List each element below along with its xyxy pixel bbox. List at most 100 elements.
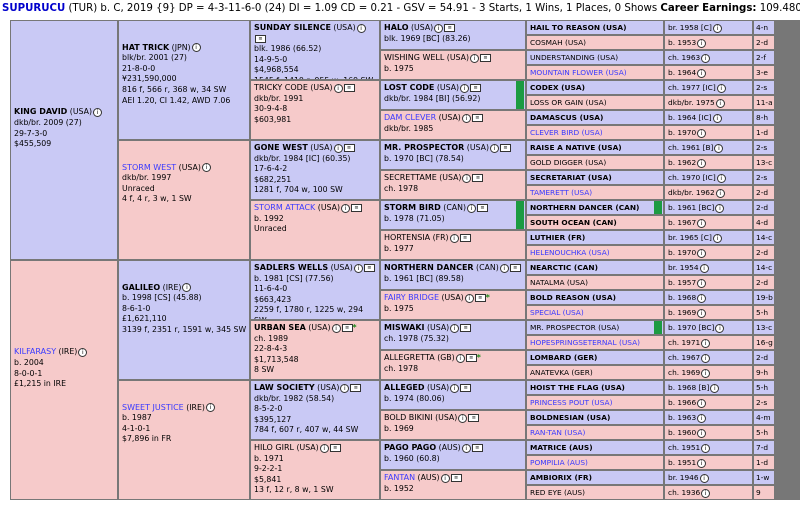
horse-name-link[interactable]: BOLDNESIAN (USA) bbox=[530, 413, 610, 422]
horse-name-link[interactable]: SUPURUCU bbox=[2, 3, 65, 14]
info-icon[interactable]: i bbox=[434, 23, 444, 33]
chart-icon[interactable]: ≡ bbox=[351, 204, 362, 212]
horse-name-link[interactable]: BOLD BIKINI bbox=[384, 413, 433, 422]
info-icon[interactable]: i bbox=[462, 173, 472, 183]
info-icon[interactable]: i bbox=[712, 23, 722, 33]
chart-icon[interactable]: ≡ bbox=[329, 444, 341, 452]
chart-icon[interactable]: ≡ bbox=[474, 294, 486, 302]
horse-name-link[interactable]: CLEVER BIRD (USA) bbox=[530, 128, 603, 137]
horse-name-link[interactable]: SECRETARIAT (USA) bbox=[530, 173, 612, 182]
info-icon[interactable]: i bbox=[331, 323, 341, 333]
info-icon[interactable]: i bbox=[191, 43, 201, 53]
info-icon[interactable]: i bbox=[716, 173, 726, 183]
horse-name-link[interactable]: GOLD DIGGER (USA) bbox=[530, 158, 606, 167]
info-icon[interactable]: i bbox=[712, 233, 722, 243]
chart-icon[interactable]: ≡ bbox=[471, 114, 483, 122]
horse-name-link[interactable]: MISWAKI bbox=[384, 323, 425, 332]
chart-icon[interactable]: ≡ bbox=[341, 324, 353, 332]
horse-name-link[interactable]: COSMAH (USA) bbox=[530, 38, 586, 47]
info-icon[interactable]: i bbox=[470, 53, 480, 63]
info-icon[interactable]: i bbox=[353, 263, 363, 273]
info-icon[interactable]: i bbox=[715, 203, 725, 213]
info-icon[interactable]: i bbox=[697, 128, 707, 138]
info-icon[interactable]: i bbox=[440, 473, 450, 483]
info-icon[interactable]: i bbox=[712, 113, 722, 123]
info-icon[interactable]: i bbox=[697, 293, 707, 303]
horse-name-link[interactable]: RED EYE (AUS) bbox=[530, 488, 585, 497]
horse-name-link[interactable]: ANATEVKA (GER) bbox=[530, 368, 593, 377]
chart-icon[interactable]: ≡ bbox=[465, 354, 477, 362]
horse-name-link[interactable]: HOIST THE FLAG (USA) bbox=[530, 383, 625, 392]
info-icon[interactable]: i bbox=[461, 443, 471, 453]
info-icon[interactable]: i bbox=[714, 143, 724, 153]
info-icon[interactable]: i bbox=[697, 158, 707, 168]
horse-name-link[interactable]: GONE WEST bbox=[254, 143, 308, 152]
horse-name-link[interactable]: NORTHERN DANCER bbox=[384, 263, 474, 272]
horse-name-link[interactable]: UNDERSTANDING (USA) bbox=[530, 53, 618, 62]
horse-name-link[interactable]: POMPILIA (AUS) bbox=[530, 458, 588, 467]
chart-icon[interactable]: ≡ bbox=[468, 414, 480, 422]
horse-name-link[interactable]: HAT TRICK bbox=[122, 43, 169, 52]
chart-icon[interactable]: ≡ bbox=[450, 474, 462, 482]
info-icon[interactable]: i bbox=[701, 443, 711, 453]
info-icon[interactable]: i bbox=[701, 488, 711, 498]
horse-name-link[interactable]: SWEET JUSTICE bbox=[122, 403, 184, 412]
info-icon[interactable]: i bbox=[93, 107, 103, 117]
info-icon[interactable]: i bbox=[450, 323, 460, 333]
info-icon[interactable]: i bbox=[697, 398, 707, 408]
horse-name-link[interactable]: DAMASCUS (USA) bbox=[530, 113, 603, 122]
horse-name-link[interactable]: LOSS OR GAIN (USA) bbox=[530, 98, 607, 107]
info-icon[interactable]: i bbox=[464, 293, 474, 303]
info-icon[interactable]: i bbox=[697, 308, 707, 318]
info-icon[interactable]: i bbox=[467, 203, 476, 213]
info-icon[interactable]: i bbox=[715, 323, 725, 333]
horse-name-link[interactable]: NATALMA (USA) bbox=[530, 278, 588, 287]
horse-name-link[interactable]: ALLEGED bbox=[384, 383, 425, 392]
horse-name-link[interactable]: SADLERS WELLS bbox=[254, 263, 328, 272]
horse-name-link[interactable]: NEARCTIC (CAN) bbox=[530, 263, 598, 272]
horse-name-link[interactable]: NORTHERN DANCER (CAN) bbox=[530, 203, 639, 212]
horse-name-link[interactable]: GALILEO bbox=[122, 283, 160, 292]
chart-icon[interactable]: ≡ bbox=[255, 34, 266, 43]
info-icon[interactable]: i bbox=[458, 413, 468, 423]
info-icon[interactable]: i bbox=[201, 163, 211, 173]
chart-icon[interactable]: ≡ bbox=[460, 324, 472, 332]
info-icon[interactable]: i bbox=[697, 248, 707, 258]
horse-name-link[interactable]: LOST CODE bbox=[384, 83, 434, 92]
info-icon[interactable]: i bbox=[697, 278, 707, 288]
chart-icon[interactable]: ≡ bbox=[472, 174, 484, 182]
horse-name-link[interactable]: LUTHIER (FR) bbox=[530, 233, 585, 242]
chart-icon[interactable]: ≡ bbox=[363, 264, 375, 272]
horse-name-link[interactable]: HILO GIRL bbox=[254, 443, 294, 452]
info-icon[interactable]: i bbox=[715, 98, 725, 108]
horse-name-link[interactable]: SPECIAL (USA) bbox=[530, 308, 584, 317]
chart-icon[interactable]: ≡ bbox=[471, 444, 483, 452]
info-icon[interactable]: i bbox=[701, 338, 711, 348]
chart-icon[interactable]: ≡ bbox=[343, 84, 355, 92]
horse-name-link[interactable]: HELENOUCHKA (USA) bbox=[530, 248, 610, 257]
info-icon[interactable]: i bbox=[205, 403, 215, 413]
info-icon[interactable]: i bbox=[333, 83, 343, 93]
info-icon[interactable]: i bbox=[710, 383, 720, 393]
info-icon[interactable]: i bbox=[461, 113, 471, 123]
horse-name-link[interactable]: SOUTH OCEAN (CAN) bbox=[530, 218, 617, 227]
info-icon[interactable]: i bbox=[356, 23, 366, 33]
horse-name-link[interactable]: MOUNTAIN FLOWER (USA) bbox=[530, 68, 627, 77]
info-icon[interactable]: i bbox=[699, 473, 709, 483]
horse-name-link[interactable]: SECRETTAME bbox=[384, 173, 437, 182]
horse-name-link[interactable]: HORTENSIA bbox=[384, 233, 430, 242]
horse-name-link[interactable]: FAIRY BRIDGE bbox=[384, 293, 439, 302]
horse-name-link[interactable]: AMBIORIX (FR) bbox=[530, 473, 592, 482]
info-icon[interactable]: i bbox=[716, 83, 726, 93]
chart-icon[interactable]: ≡ bbox=[343, 144, 355, 152]
info-icon[interactable]: i bbox=[697, 413, 707, 423]
horse-name-link[interactable]: TRICKY CODE bbox=[254, 83, 308, 92]
chart-icon[interactable]: ≡ bbox=[500, 144, 511, 152]
info-icon[interactable]: i bbox=[450, 383, 460, 393]
info-icon[interactable]: i bbox=[701, 353, 711, 363]
info-icon[interactable]: i bbox=[490, 143, 499, 153]
horse-name-link[interactable]: TAMERETT (USA) bbox=[530, 188, 592, 197]
info-icon[interactable]: i bbox=[499, 263, 509, 273]
info-icon[interactable]: i bbox=[449, 233, 459, 243]
info-icon[interactable]: i bbox=[697, 428, 707, 438]
